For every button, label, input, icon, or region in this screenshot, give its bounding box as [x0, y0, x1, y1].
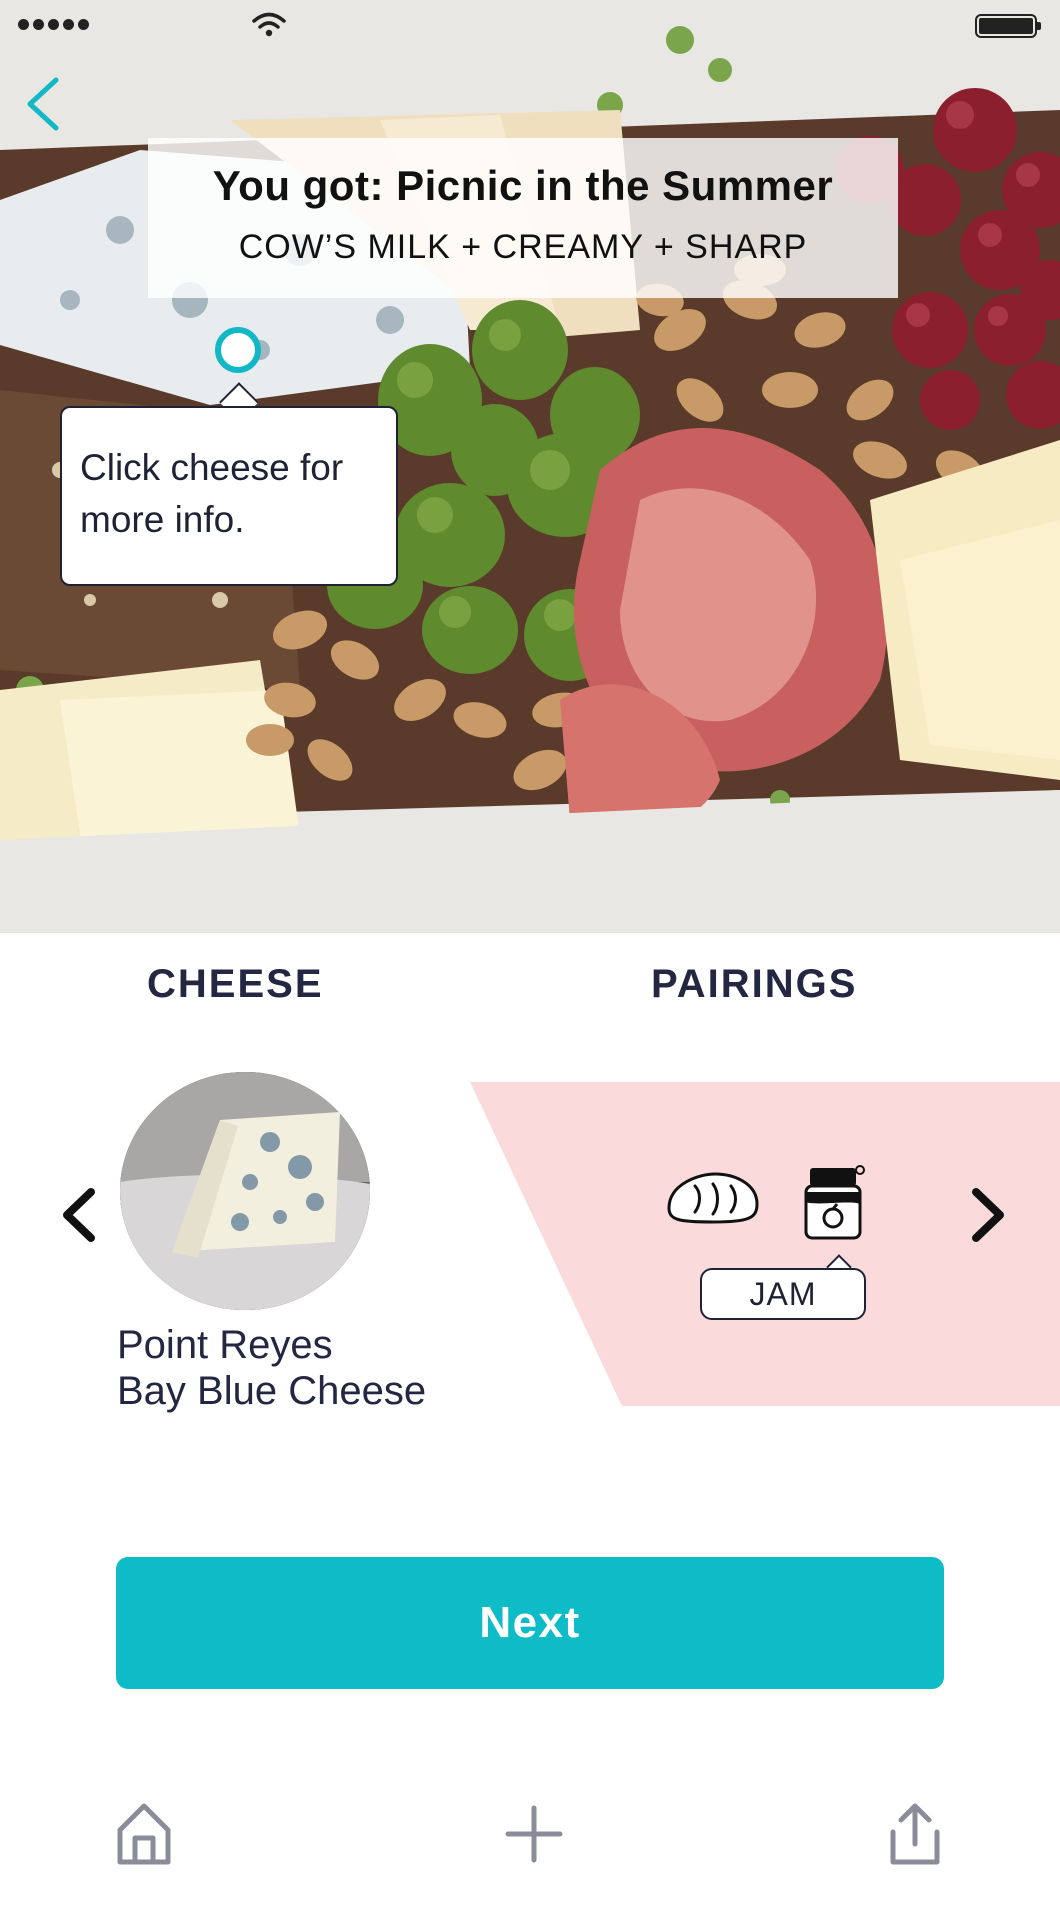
next-button[interactable]: Next: [116, 1557, 944, 1689]
home-icon: [117, 1803, 171, 1865]
cheese-image[interactable]: [120, 1072, 370, 1310]
battery-icon: [975, 14, 1041, 38]
share-icon: [890, 1803, 940, 1865]
chevron-left-icon: [27, 77, 59, 131]
result-banner: You got: Picnic in the Summer COW’S MILK…: [148, 138, 898, 298]
signal-dots-icon: [18, 19, 89, 30]
wifi-icon: [252, 12, 286, 43]
next-arrow-button[interactable]: [962, 1180, 1012, 1250]
result-subtitle: COW’S MILK + CREAMY + SHARP: [238, 228, 808, 266]
cheese-name-line1: Point Reyes: [117, 1323, 333, 1367]
cheese-name: Point Reyes Bay Blue Cheese: [117, 1322, 426, 1414]
tab-pairings[interactable]: PAIRINGS: [651, 962, 857, 1007]
cheese-hotspot[interactable]: [215, 327, 261, 373]
add-icon: [505, 1805, 563, 1863]
tab-cheese[interactable]: CHEESE: [147, 962, 324, 1007]
share-button[interactable]: [885, 1800, 945, 1868]
home-button[interactable]: [114, 1800, 174, 1868]
bread-icon[interactable]: [665, 1170, 761, 1231]
back-button[interactable]: [22, 76, 66, 132]
chevron-left-icon: [63, 1188, 95, 1242]
hint-tooltip: Click cheese for more info.: [60, 406, 398, 586]
result-title: You got: Picnic in the Summer: [212, 162, 834, 209]
add-button[interactable]: [504, 1800, 564, 1868]
cheese-name-line2: Bay Blue Cheese: [117, 1369, 427, 1413]
chevron-right-icon: [972, 1188, 1004, 1242]
jam-jar-icon[interactable]: [800, 1162, 868, 1247]
status-bar: [0, 0, 1060, 50]
previous-arrow-button[interactable]: [55, 1180, 105, 1250]
pairing-label: JAM: [700, 1268, 866, 1320]
